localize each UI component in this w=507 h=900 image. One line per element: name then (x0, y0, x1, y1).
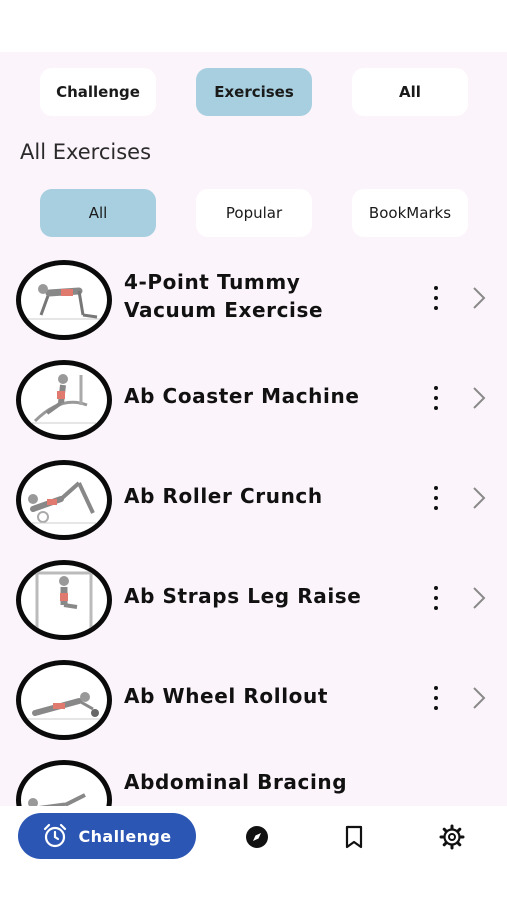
challenge-nav-label: Challenge (78, 826, 172, 846)
chevron-right-icon[interactable] (468, 384, 490, 412)
more-options-icon[interactable] (428, 686, 444, 710)
rollout-figure-icon (16, 660, 112, 740)
tab-challenge-label: Challenge (56, 83, 140, 101)
filter-popular[interactable]: Popular (196, 189, 312, 237)
exercise-row[interactable]: Ab Coaster Machine (0, 352, 507, 452)
tab-all-label: All (399, 83, 421, 101)
exercise-title-line1: 4-Point Tummy (124, 270, 301, 294)
more-options-icon[interactable] (428, 486, 444, 510)
more-options-icon[interactable] (428, 286, 444, 310)
exercise-row[interactable]: Ab Straps Leg Raise (0, 552, 507, 652)
challenge-nav-button[interactable]: Challenge (18, 813, 196, 859)
filter-all-label: All (88, 204, 108, 222)
filter-bookmarks-label: BookMarks (368, 204, 452, 222)
kneeling-figure-icon (16, 260, 112, 340)
exercise-title: Abdominal Bracing (124, 770, 348, 794)
settings-gear-icon[interactable] (439, 824, 465, 850)
filter-popular-label: Popular (225, 204, 283, 222)
more-options-icon[interactable] (428, 386, 444, 410)
exercise-row[interactable]: Ab Roller Crunch (0, 452, 507, 552)
machine-figure-icon (16, 360, 112, 440)
exercise-row[interactable]: Abdominal Bracing (0, 752, 507, 806)
filter-bookmarks[interactable]: BookMarks (352, 189, 468, 237)
bookmark-icon[interactable] (341, 824, 367, 850)
exercise-title-line2: Vacuum Exercise (124, 298, 324, 322)
filter-all[interactable]: All (40, 189, 156, 237)
chevron-right-icon[interactable] (468, 284, 490, 312)
chevron-right-icon[interactable] (468, 484, 490, 512)
exercise-title: Ab Wheel Rollout (124, 684, 328, 708)
section-title: All Exercises (20, 140, 152, 164)
exercise-row[interactable]: 4-Point Tummy Vacuum Exercise (0, 252, 507, 352)
tab-challenge[interactable]: Challenge (40, 68, 156, 116)
exercise-title: Ab Coaster Machine (124, 384, 360, 408)
hanging-figure-icon (16, 560, 112, 640)
app-content: Challenge Exercises All All Exercises Al… (0, 52, 507, 806)
exercise-title: 4-Point Tummy Vacuum Exercise (124, 268, 414, 324)
chevron-right-icon[interactable] (468, 584, 490, 612)
crunch-figure-icon (16, 460, 112, 540)
chevron-right-icon[interactable] (468, 684, 490, 712)
exercise-title: Ab Straps Leg Raise (124, 584, 362, 608)
more-options-icon[interactable] (428, 586, 444, 610)
tab-exercises[interactable]: Exercises (196, 68, 312, 116)
tab-all[interactable]: All (352, 68, 468, 116)
compass-icon[interactable] (244, 824, 270, 850)
bracing-figure-icon (16, 760, 112, 806)
bottom-nav: Challenge (0, 806, 507, 900)
tab-exercises-label: Exercises (214, 83, 294, 101)
exercise-title: Ab Roller Crunch (124, 484, 323, 508)
exercise-row[interactable]: Ab Wheel Rollout (0, 652, 507, 752)
alarm-clock-icon (44, 823, 67, 848)
